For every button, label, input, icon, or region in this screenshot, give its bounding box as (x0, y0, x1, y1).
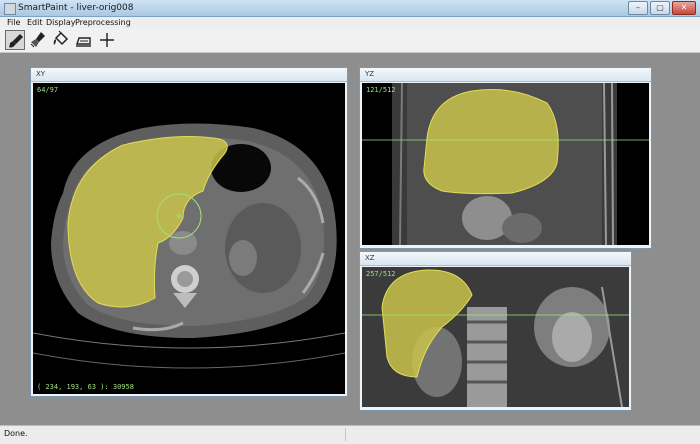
crosshair-icon (100, 33, 114, 47)
xy-coordinate-readout: ( 234, 193, 63 ): 30958 (37, 383, 134, 391)
iron-icon (76, 37, 91, 47)
close-button[interactable]: ✕ (672, 1, 696, 15)
sweep-brush-tool[interactable] (28, 30, 48, 50)
xz-slice-readout: 257/512 (366, 270, 396, 278)
yz-panel: YZ 121/512 (359, 67, 652, 249)
toolbar (0, 28, 700, 53)
menu-display[interactable]: Display (46, 17, 76, 28)
xy-view[interactable]: 64/97 ( 234, 193, 63 ): 30958 (33, 83, 345, 394)
status-bar: Done. (0, 425, 700, 444)
xz-view[interactable]: 257/512 (362, 267, 629, 407)
paint-brush-icon (9, 34, 23, 48)
menu-edit[interactable]: Edit (27, 17, 43, 28)
menu-file[interactable]: File (7, 17, 20, 28)
minimize-button[interactable]: – (628, 1, 648, 15)
sweep-brush-icon (30, 32, 45, 48)
bucket-fill-icon (53, 30, 69, 46)
status-text: Done. (4, 429, 28, 438)
xz-panel: XZ 257/512 (359, 251, 632, 411)
xy-slice-readout: 64/97 (37, 86, 59, 94)
xy-panel: XY 64/97 (234, 193, 63): 30958 (30, 67, 348, 397)
window-title: SmartPaint - liver-orig008 (18, 3, 134, 13)
iron-tool[interactable] (74, 30, 94, 50)
bucket-fill-tool[interactable] (51, 30, 71, 50)
yz-view[interactable]: 121/512 (362, 83, 649, 245)
xz-panel-title: XZ (360, 252, 631, 266)
title-bar: SmartPaint - liver-orig008 – ▢ ✕ (0, 0, 700, 17)
xy-panel-title: XY (31, 68, 347, 82)
workspace: XY 64/97 (234, 193, 63): 30958 YZ 121/… (0, 53, 700, 425)
menu-preprocessing[interactable]: Preprocessing (75, 17, 131, 28)
paint-brush-tool[interactable] (5, 30, 25, 50)
app-icon (4, 3, 16, 15)
yz-panel-title: YZ (360, 68, 651, 82)
yz-slice-readout: 121/512 (366, 86, 396, 94)
status-divider (345, 428, 346, 441)
menu-bar: File Edit Display Preprocessing (0, 17, 700, 28)
crosshair-tool[interactable] (97, 30, 117, 50)
maximize-button[interactable]: ▢ (650, 1, 670, 15)
